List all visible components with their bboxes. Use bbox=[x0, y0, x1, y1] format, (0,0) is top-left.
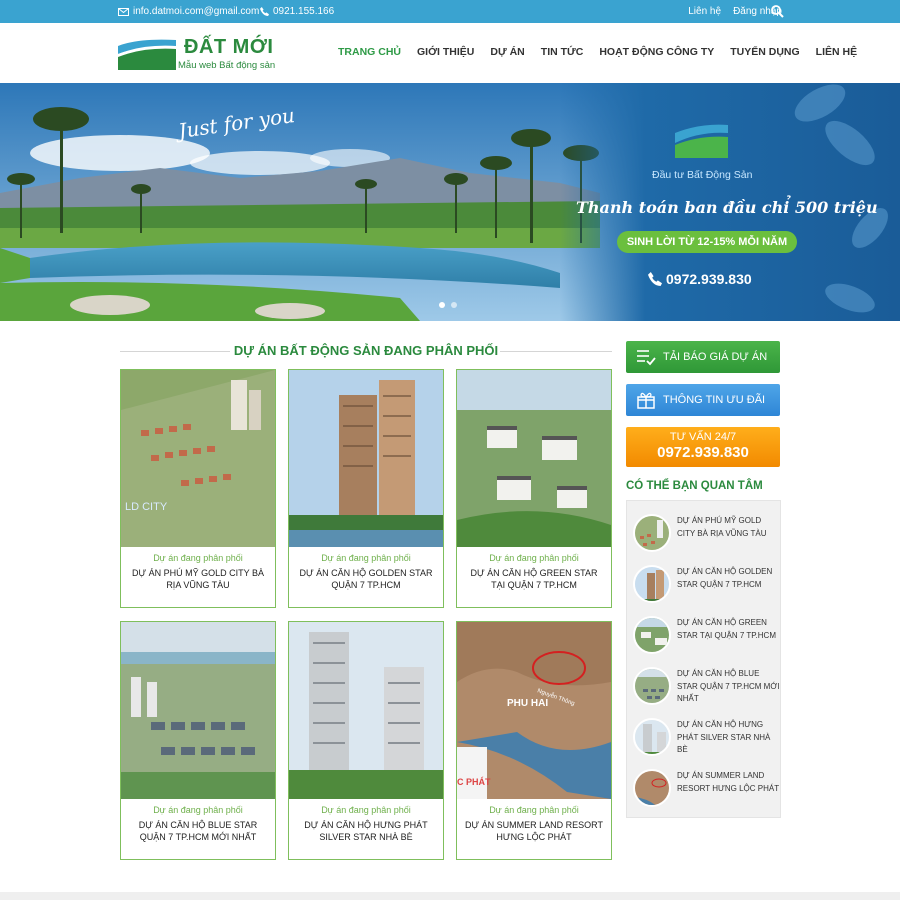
banner-headline: Thanh toán ban đầu chỉ 500 triệu bbox=[576, 198, 878, 217]
project-name[interactable]: DỰ ÁN SUMMER LAND RESORT HƯNG LỘC PHÁT bbox=[463, 819, 605, 843]
thumbnail-caption: LD CITY bbox=[125, 501, 168, 513]
offers-button[interactable]: THÔNG TIN ƯU ĐÃI bbox=[626, 384, 780, 416]
project-card[interactable]: Dự án đang phân phối DỰ ÁN CĂN HỘ GREEN … bbox=[456, 369, 612, 608]
section-title: DỰ ÁN BẤT ĐỘNG SẢN ĐANG PHÂN PHỐI bbox=[233, 343, 499, 358]
project-thumbnail bbox=[289, 622, 443, 799]
project-category: Dự án đang phân phối bbox=[153, 553, 243, 563]
phone-text: 0921.155.166 bbox=[273, 6, 335, 17]
project-card[interactable]: Dự án đang phân phối DỰ ÁN CĂN HỘ HƯNG P… bbox=[288, 621, 444, 860]
project-thumbnail bbox=[457, 370, 611, 547]
project-category: Dự án đang phân phối bbox=[321, 805, 411, 815]
site-logo[interactable]: ĐẤT MỚI Mẫu web Bất động sản bbox=[118, 36, 278, 72]
banner-brand: Đầu tư Bất Động Sản bbox=[652, 169, 753, 181]
project-category: Dự án đang phân phối bbox=[489, 553, 579, 563]
gift-icon bbox=[637, 392, 655, 409]
project-category: Dự án đang phân phối bbox=[489, 805, 579, 815]
project-thumbnail: PHU HAI Nguyễn Thông C PHÁT bbox=[457, 622, 611, 799]
project-thumbnail: LD CITY bbox=[121, 370, 275, 547]
banner-yield-pill: SINH LỜI TỪ 12-15% MỖI NĂM bbox=[617, 231, 797, 253]
offers-label: THÔNG TIN ƯU ĐÃI bbox=[663, 394, 766, 406]
related-list: DỰ ÁN PHÚ MỸ GOLD CITY BÀ RỊA VŨNG TÀU D… bbox=[626, 500, 781, 818]
phone-icon bbox=[648, 272, 662, 286]
related-thumbnail bbox=[633, 616, 671, 654]
phone-contact[interactable]: 0921.155.166 bbox=[260, 6, 334, 17]
logo-title: ĐẤT MỚI bbox=[184, 36, 274, 58]
download-pricing-label: TẢI BÁO GIÁ DỰ ÁN bbox=[663, 351, 768, 363]
hotline-box[interactable]: TƯ VẤN 24/7 0972.939.830 bbox=[626, 427, 780, 467]
phone-icon bbox=[260, 7, 269, 16]
nav-about[interactable]: GIỚI THIỆU bbox=[417, 46, 474, 58]
related-thumbnail bbox=[633, 514, 671, 552]
related-item-title: DỰ ÁN CĂN HỘ GREEN STAR TẠI QUẬN 7 TP.HC… bbox=[677, 618, 776, 640]
map-label: PHU HAI bbox=[507, 698, 548, 709]
contact-link[interactable]: Liên hệ bbox=[688, 6, 721, 17]
related-item-title: DỰ ÁN CĂN HỘ BLUE STAR QUẬN 7 TP.HCM MỚI… bbox=[677, 669, 780, 703]
project-name[interactable]: DỰ ÁN CĂN HỘ GOLDEN STAR QUẬN 7 Tp.HCM bbox=[295, 567, 437, 591]
nav-projects[interactable]: DỰ ÁN bbox=[490, 46, 524, 58]
hotline-label: TƯ VẤN 24/7 bbox=[669, 431, 737, 443]
related-thumbnail bbox=[633, 769, 671, 807]
site-header: ĐẤT MỚI Mẫu web Bất động sản TRANG CHỦ G… bbox=[0, 23, 900, 83]
email-contact[interactable]: info.datmoi.com@gmail.com bbox=[118, 6, 259, 17]
banner-phone-number: 0972.939.830 bbox=[666, 271, 752, 287]
hero-banner[interactable]: Just for you Đầu tư Bất Động Sản Thanh t… bbox=[0, 83, 900, 321]
nav-contact[interactable]: LIÊN HỆ bbox=[816, 46, 857, 58]
related-item-title: DỰ ÁN CĂN HỘ GOLDEN STAR QUẬN 7 Tp.HCM bbox=[677, 567, 773, 589]
project-card[interactable]: Dự án đang phân phối DỰ ÁN CĂN HỘ BLUE S… bbox=[120, 621, 276, 860]
footer-strip bbox=[0, 892, 900, 900]
main-nav: TRANG CHỦ GIỚI THIỆU DỰ ÁN TIN TỨC HOẠT … bbox=[338, 46, 857, 58]
related-item[interactable]: DỰ ÁN PHÚ MỸ GOLD CITY BÀ RỊA VŨNG TÀU bbox=[633, 507, 778, 553]
related-title: CÓ THỂ BẠN QUAN TÂM bbox=[626, 480, 763, 492]
related-thumbnail bbox=[633, 667, 671, 705]
hotline-number: 0972.939.830 bbox=[657, 444, 749, 461]
related-item-title: DỰ ÁN CĂN HỘ HƯNG PHÁT SILVER STAR NHÀ B… bbox=[677, 720, 771, 754]
project-card[interactable]: Dự án đang phân phối DỰ ÁN CĂN HỘ GOLDEN… bbox=[288, 369, 444, 608]
project-card[interactable]: PHU HAI Nguyễn Thông C PHÁT Dự án đang p… bbox=[456, 621, 612, 860]
logo-subtitle: Mẫu web Bất động sản bbox=[178, 60, 276, 71]
related-item[interactable]: DỰ ÁN SUMMER LAND RESORT HƯNG LỘC PHÁT bbox=[633, 762, 780, 808]
related-thumbnail bbox=[633, 718, 671, 756]
logo-icon bbox=[118, 39, 176, 70]
project-name[interactable]: DỰ ÁN PHÚ MỸ GOLD CITY BÀ RỊA VŨNG TÀU bbox=[127, 567, 269, 591]
project-thumbnail bbox=[289, 370, 443, 547]
related-item[interactable]: DỰ ÁN CĂN HỘ HƯNG PHÁT SILVER STAR NHÀ B… bbox=[633, 711, 778, 757]
nav-home[interactable]: TRANG CHỦ bbox=[338, 46, 401, 58]
project-card[interactable]: LD CITY Dự án đang phân phối DỰ ÁN PHÚ M… bbox=[120, 369, 276, 608]
project-name[interactable]: DỰ ÁN CĂN HỘ HƯNG PHÁT SILVER STAR NHÀ B… bbox=[295, 819, 437, 843]
project-category: Dự án đang phân phối bbox=[321, 553, 411, 563]
related-item[interactable]: DỰ ÁN CĂN HỘ GOLDEN STAR QUẬN 7 Tp.HCM bbox=[633, 558, 778, 604]
section-heading: DỰ ÁN BẤT ĐỘNG SẢN ĐANG PHÂN PHỐI bbox=[120, 340, 612, 362]
nav-careers[interactable]: TUYỂN DỤNG bbox=[730, 46, 799, 58]
project-category: Dự án đang phân phối bbox=[153, 805, 243, 815]
map-brand-label: C PHÁT bbox=[457, 777, 491, 787]
top-links: Liên hệ Đăng nhập bbox=[688, 6, 782, 17]
download-pricing-button[interactable]: TẢI BÁO GIÁ DỰ ÁN bbox=[626, 341, 780, 373]
mail-icon bbox=[118, 7, 129, 16]
checklist-icon bbox=[637, 350, 656, 366]
related-thumbnail bbox=[633, 565, 671, 603]
banner-phone[interactable]: 0972.939.830 bbox=[648, 271, 752, 287]
project-name[interactable]: DỰ ÁN CĂN HỘ BLUE STAR QUẬN 7 TP.HCM MỚI… bbox=[127, 819, 269, 843]
project-name[interactable]: DỰ ÁN CĂN HỘ GREEN STAR TẠI QUẬN 7 TP.HC… bbox=[463, 567, 605, 591]
email-text: info.datmoi.com@gmail.com bbox=[133, 6, 260, 17]
related-item[interactable]: DỰ ÁN CĂN HỘ BLUE STAR QUẬN 7 TP.HCM MỚI… bbox=[633, 660, 780, 706]
nav-news[interactable]: TIN TỨC bbox=[541, 46, 584, 58]
related-item-title: DỰ ÁN SUMMER LAND RESORT HƯNG LỘC PHÁT bbox=[677, 771, 780, 793]
top-bar: info.datmoi.com@gmail.com 0921.155.166 L… bbox=[0, 0, 900, 23]
related-item-title: DỰ ÁN PHÚ MỸ GOLD CITY BÀ RỊA VŨNG TÀU bbox=[677, 516, 767, 538]
search-icon[interactable] bbox=[771, 5, 784, 18]
related-item[interactable]: DỰ ÁN CĂN HỘ GREEN STAR TẠI QUẬN 7 TP.HC… bbox=[633, 609, 778, 655]
project-thumbnail bbox=[121, 622, 275, 799]
nav-activities[interactable]: HOẠT ĐỘNG CÔNG TY bbox=[599, 46, 714, 58]
